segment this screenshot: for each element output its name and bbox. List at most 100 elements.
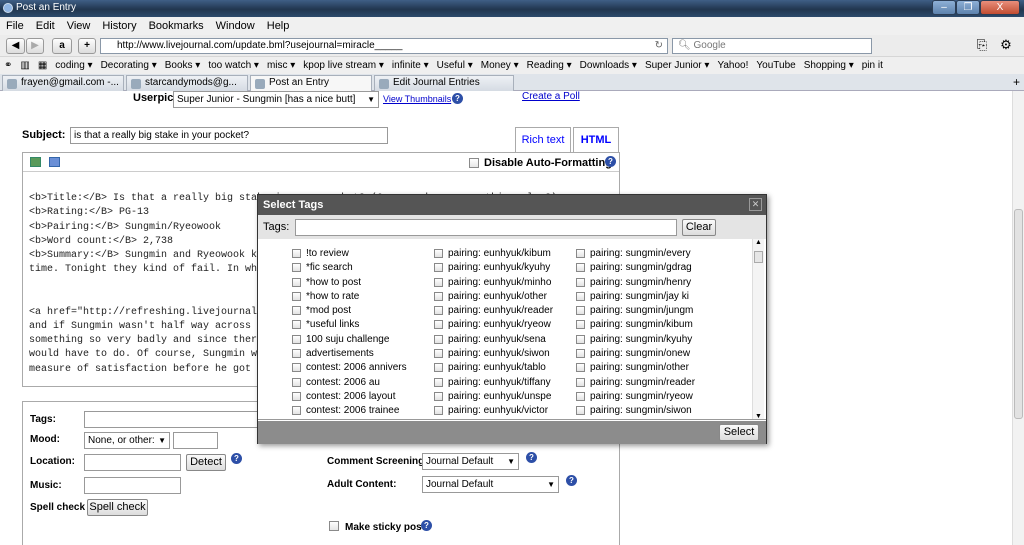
tab-html[interactable]: HTML xyxy=(573,127,619,154)
tag-item[interactable]: pairing: sungmin/ryeow xyxy=(576,390,706,404)
tag-checkbox[interactable] xyxy=(292,377,301,387)
menu-window[interactable]: Window xyxy=(210,20,261,32)
menu-edit[interactable]: Edit xyxy=(30,20,61,32)
reload-icon[interactable]: ↻ xyxy=(655,39,663,53)
forward-button[interactable]: ▶ xyxy=(26,38,44,54)
help-icon[interactable]: ? xyxy=(605,156,616,167)
tag-item[interactable]: pairing: eunhyuk/tiffany xyxy=(434,376,564,390)
bookmark-decorating[interactable]: Decorating ▾ xyxy=(97,60,161,71)
tag-list-scrollbar[interactable]: ▲ ▼ xyxy=(752,239,764,419)
page-menu-icon[interactable]: ⎘ xyxy=(972,38,992,54)
tag-item[interactable]: pairing: eunhyuk/tablo xyxy=(434,361,564,375)
tag-checkbox[interactable] xyxy=(434,363,443,373)
minimize-button[interactable]: – xyxy=(932,0,956,15)
tag-item[interactable]: pairing: eunhyuk/kibum xyxy=(434,247,564,261)
menu-help[interactable]: Help xyxy=(261,20,296,32)
bookmark-downloads[interactable]: Downloads ▾ xyxy=(576,60,641,71)
menu-file[interactable]: File xyxy=(0,20,30,32)
tag-checkbox[interactable] xyxy=(292,349,301,359)
tag-checkbox[interactable] xyxy=(292,249,301,258)
bookmark-too-watch[interactable]: too watch ▾ xyxy=(204,60,263,71)
help-icon[interactable]: ? xyxy=(421,520,432,531)
tag-checkbox[interactable] xyxy=(576,263,585,273)
tag-checkbox[interactable] xyxy=(292,306,301,316)
tag-checkbox[interactable] xyxy=(434,249,443,258)
amazon-icon[interactable]: a xyxy=(52,38,72,54)
tag-checkbox[interactable] xyxy=(434,320,443,330)
tag-item[interactable]: !to review xyxy=(292,247,422,261)
bookmark-misc[interactable]: misc ▾ xyxy=(263,60,299,71)
tag-checkbox[interactable] xyxy=(576,306,585,316)
close-button[interactable]: X xyxy=(980,0,1020,15)
page-scrollbar[interactable] xyxy=(1012,91,1024,545)
tag-checkbox[interactable] xyxy=(434,263,443,273)
tag-item[interactable]: pairing: sungmin/gdrag xyxy=(576,261,706,275)
bookmark-books[interactable]: Books ▾ xyxy=(161,60,205,71)
tag-checkbox[interactable] xyxy=(434,377,443,387)
detect-button[interactable]: Detect xyxy=(186,454,226,471)
tag-checkbox[interactable] xyxy=(576,377,585,387)
sticky-post-checkbox[interactable] xyxy=(329,521,339,531)
scroll-up-icon[interactable]: ▲ xyxy=(755,239,762,246)
tag-checkbox[interactable] xyxy=(434,277,443,287)
view-thumbnails-link[interactable]: View Thumbnails xyxy=(383,94,451,104)
insert-image-icon[interactable] xyxy=(30,157,41,167)
tag-checkbox[interactable] xyxy=(292,406,301,416)
menu-history[interactable]: History xyxy=(96,20,142,32)
tag-checkbox[interactable] xyxy=(292,277,301,287)
tag-item[interactable]: pairing: sungmin/every xyxy=(576,247,706,261)
tab-edit-journal-entries[interactable]: Edit Journal Entries xyxy=(374,75,514,91)
tag-checkbox[interactable] xyxy=(434,334,443,344)
bookmark-money[interactable]: Money ▾ xyxy=(477,60,523,71)
tag-item[interactable]: pairing: eunhyuk/unspe xyxy=(434,390,564,404)
tag-item[interactable]: pairing: eunhyuk/siwon xyxy=(434,347,564,361)
menu-bookmarks[interactable]: Bookmarks xyxy=(143,20,210,32)
tag-item[interactable]: pairing: sungmin/siwon xyxy=(576,404,706,418)
bookmark-pin-it[interactable]: pin it xyxy=(858,60,887,71)
bookmark-yahoo[interactable]: Yahoo! xyxy=(713,60,752,71)
mood-custom-input[interactable] xyxy=(173,432,218,449)
menu-view[interactable]: View xyxy=(61,20,97,32)
spell-check-button[interactable]: Spell check xyxy=(87,499,148,516)
new-tab-button[interactable]: + xyxy=(1013,75,1020,89)
clear-button[interactable]: Clear xyxy=(682,219,716,236)
scrollbar-thumb[interactable] xyxy=(754,251,763,263)
insert-media-icon[interactable] xyxy=(49,157,60,167)
bookmarks-book-icon[interactable]: ▥ xyxy=(16,60,33,71)
tag-item[interactable]: pairing: sungmin/onew xyxy=(576,347,706,361)
tag-checkbox[interactable] xyxy=(576,291,585,301)
tag-item[interactable]: pairing: eunhyuk/other xyxy=(434,290,564,304)
tag-checkbox[interactable] xyxy=(434,306,443,316)
bookmark-reading[interactable]: Reading ▾ xyxy=(523,60,576,71)
tag-checkbox[interactable] xyxy=(576,320,585,330)
dialog-tags-input[interactable] xyxy=(295,219,677,236)
tag-checkbox[interactable] xyxy=(576,349,585,359)
bookmark-coding[interactable]: coding ▾ xyxy=(51,60,96,71)
tag-item[interactable]: pairing: eunhyuk/victor xyxy=(434,404,564,418)
url-bar[interactable]: http://www.livejournal.com/update.bml?us… xyxy=(100,38,668,54)
tag-checkbox[interactable] xyxy=(434,391,443,401)
tag-item[interactable]: contest: 2006 trainee xyxy=(292,404,422,418)
userpic-select[interactable]: Super Junior - Sungmin [has a nice butt]… xyxy=(173,91,379,108)
select-button[interactable]: Select xyxy=(719,424,759,441)
create-poll-link[interactable]: Create a Poll xyxy=(522,91,580,102)
bookmark-super-junior[interactable]: Super Junior ▾ xyxy=(641,60,714,71)
bookmark-useful[interactable]: Useful ▾ xyxy=(433,60,477,71)
tag-item[interactable]: pairing: sungmin/jay ki xyxy=(576,290,706,304)
tag-item[interactable]: *how to post xyxy=(292,276,422,290)
tag-item[interactable]: pairing: eunhyuk/reader xyxy=(434,304,564,318)
tag-checkbox[interactable] xyxy=(434,291,443,301)
help-icon[interactable]: ? xyxy=(566,475,577,486)
tags-input[interactable] xyxy=(84,411,264,428)
tag-item[interactable]: contest: 2006 au xyxy=(292,376,422,390)
tag-item[interactable]: pairing: eunhyuk/kyuhy xyxy=(434,261,564,275)
tag-item[interactable]: 100 suju challenge xyxy=(292,333,422,347)
tag-item[interactable]: pairing: eunhyuk/sena xyxy=(434,333,564,347)
tag-checkbox[interactable] xyxy=(576,406,585,416)
tag-item[interactable]: pairing: eunhyuk/ryeow xyxy=(434,318,564,332)
gear-icon[interactable]: ⚙ xyxy=(996,38,1016,54)
music-input[interactable] xyxy=(84,477,181,494)
tag-checkbox[interactable] xyxy=(292,291,301,301)
adult-content-select[interactable]: Journal Default ▼ xyxy=(422,476,559,493)
tab-starcandymods[interactable]: starcandymods@g... xyxy=(126,75,248,91)
